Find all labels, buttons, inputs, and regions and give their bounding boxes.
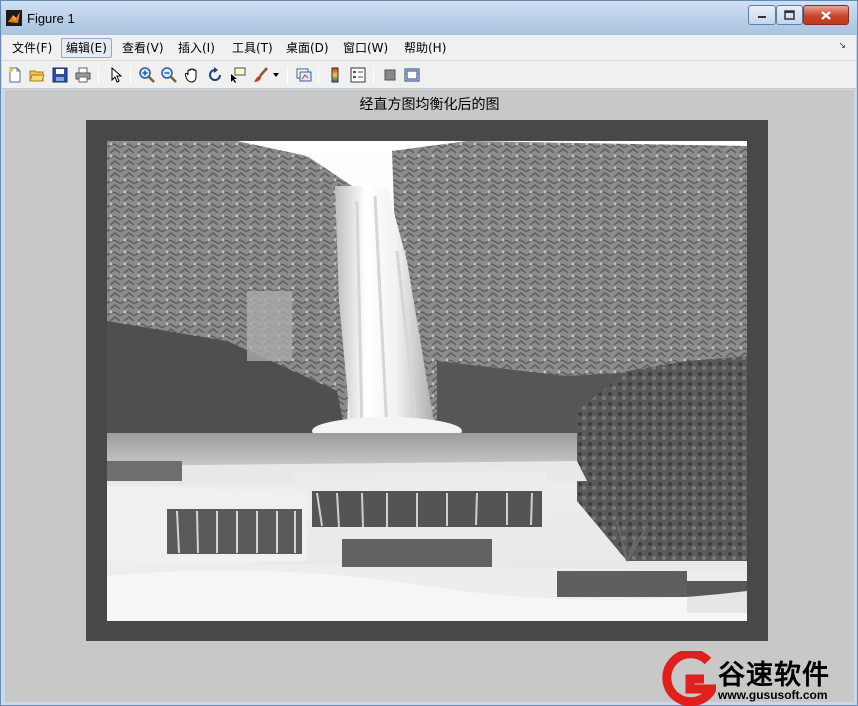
hide-plot-tools-button[interactable]: [380, 65, 400, 85]
new-figure-button[interactable]: [5, 65, 25, 85]
menu-tools[interactable]: 工具(T): [228, 38, 277, 58]
print-button[interactable]: [73, 65, 93, 85]
link-plot-button[interactable]: [294, 65, 314, 85]
zoom-out-icon: [161, 67, 177, 83]
zoom-out-button[interactable]: [159, 65, 179, 85]
watermark-url: www.gususoft.com: [718, 688, 828, 702]
new-figure-icon: [9, 67, 21, 83]
toolbar-separator: [373, 66, 374, 84]
edit-plot-arrow-icon: [111, 67, 123, 83]
colorbar-icon: [331, 67, 339, 83]
menu-insert[interactable]: 插入(I): [174, 38, 219, 58]
hide-plot-tools-icon: [384, 69, 396, 81]
close-icon: [821, 10, 831, 20]
gususoft-logo-icon: [662, 651, 716, 706]
menu-window[interactable]: 窗口(W): [339, 38, 392, 58]
legend-icon: [350, 67, 366, 83]
link-plot-icon: [296, 68, 312, 82]
equalized-waterfall-image[interactable]: [107, 141, 747, 621]
window-title: Figure 1: [27, 11, 75, 26]
title-bar[interactable]: Figure 1: [1, 1, 857, 35]
brush-dropdown-icon: [273, 73, 279, 77]
menu-file[interactable]: 文件(F): [8, 38, 56, 58]
legend-button[interactable]: [348, 65, 368, 85]
menu-dock-arrow-icon[interactable]: ↘: [838, 41, 846, 51]
zoom-in-icon: [139, 67, 155, 83]
axes-title: 经直方图均衡化后的图: [359, 97, 500, 113]
close-button[interactable]: [803, 5, 849, 25]
maximize-button[interactable]: [776, 5, 803, 25]
figure-window: Figure 1 文件(F) 编辑(E) 查看(V) 插入(I) 工具(T) 桌…: [0, 0, 858, 706]
toolbar: [2, 61, 856, 89]
waterfall-photo-icon: [107, 141, 747, 621]
pan-hand-icon: [184, 68, 197, 83]
maximize-icon: [784, 10, 795, 20]
brush-icon: [254, 67, 268, 82]
pan-button[interactable]: [182, 65, 202, 85]
rotate-3d-button[interactable]: [205, 65, 225, 85]
open-file-button[interactable]: [27, 65, 47, 85]
menu-desktop[interactable]: 桌面(D): [282, 38, 333, 58]
image-axes-frame: [86, 120, 768, 641]
watermark-name: 谷速软件: [718, 660, 830, 691]
data-cursor-button[interactable]: [228, 65, 248, 85]
show-plot-tools-button[interactable]: [402, 65, 422, 85]
zoom-in-button[interactable]: [137, 65, 157, 85]
toolbar-separator: [287, 66, 288, 84]
save-icon: [52, 67, 68, 83]
toolbar-separator: [318, 66, 319, 84]
save-button[interactable]: [50, 65, 70, 85]
figure-canvas: 经直方图均衡化后的图: [5, 90, 854, 702]
minimize-button[interactable]: [748, 5, 776, 25]
toolbar-separator: [130, 66, 131, 84]
open-file-icon: [29, 70, 45, 82]
colorbar-button[interactable]: [325, 65, 345, 85]
minimize-icon: [758, 16, 766, 18]
rotate-3d-icon: [209, 67, 221, 81]
menu-view[interactable]: 查看(V): [118, 38, 168, 58]
menu-help[interactable]: 帮助(H): [400, 38, 450, 58]
menu-bar: 文件(F) 编辑(E) 查看(V) 插入(I) 工具(T) 桌面(D) 窗口(W…: [2, 35, 856, 61]
data-cursor-icon: [231, 67, 246, 83]
matlab-logo-icon: [6, 10, 22, 26]
brush-dropdown-button[interactable]: [271, 65, 281, 85]
toolbar-separator: [98, 66, 99, 84]
brush-button[interactable]: [251, 65, 271, 85]
show-plot-tools-icon: [404, 68, 420, 82]
edit-plot-button[interactable]: [106, 65, 126, 85]
watermark: 谷速软件 www.gususoft.com: [660, 651, 858, 706]
print-icon: [75, 67, 91, 83]
menu-edit[interactable]: 编辑(E): [61, 38, 112, 58]
